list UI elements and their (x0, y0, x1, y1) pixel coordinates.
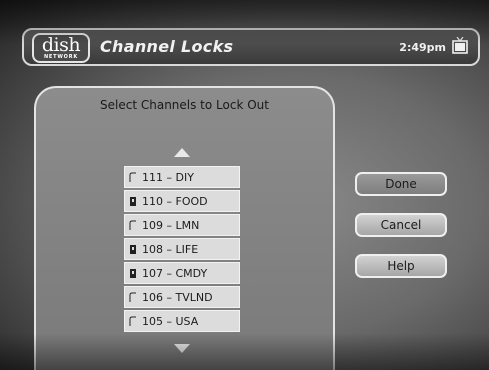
tv-screen: dish NETWORK Channel Locks 2:49pm Select… (0, 0, 489, 370)
channel-row[interactable]: 110 – FOOD (124, 190, 240, 212)
unlocked-icon (129, 220, 137, 231)
tv-icon (452, 36, 468, 54)
page-title: Channel Locks (100, 37, 234, 56)
channel-row[interactable]: 111 – DIY (124, 166, 240, 188)
channel-label: 106 – TVLND (142, 290, 213, 304)
lock-icon (129, 196, 137, 207)
channel-row[interactable]: 108 – LIFE (124, 238, 240, 260)
channel-label: 111 – DIY (142, 170, 194, 184)
channel-list: 111 – DIY 110 – FOOD 109 – LMN 108 – LIF… (124, 166, 240, 334)
unlocked-icon (129, 316, 137, 327)
channel-row[interactable]: 106 – TVLND (124, 286, 240, 308)
lock-icon (129, 268, 137, 279)
channel-row[interactable]: 107 – CMDY (124, 262, 240, 284)
channel-lock-panel: Select Channels to Lock Out 111 – DIY 11… (34, 86, 335, 370)
channel-label: 109 – LMN (142, 218, 200, 232)
unlocked-icon (129, 172, 137, 183)
help-button[interactable]: Help (355, 254, 447, 278)
channel-label: 108 – LIFE (142, 242, 199, 256)
panel-heading: Select Channels to Lock Out (100, 98, 269, 112)
clock-time: 2:49pm (399, 41, 446, 54)
channel-row[interactable]: 105 – USA (124, 310, 240, 332)
channel-label: 105 – USA (142, 314, 199, 328)
unlocked-icon (129, 292, 137, 303)
scroll-down-arrow-icon[interactable] (174, 344, 190, 353)
scroll-up-arrow-icon[interactable] (174, 148, 190, 157)
done-button[interactable]: Done (355, 172, 447, 196)
dish-network-logo: dish NETWORK (32, 33, 90, 63)
channel-row[interactable]: 109 – LMN (124, 214, 240, 236)
channel-label: 110 – FOOD (142, 194, 208, 208)
header-bar: dish NETWORK Channel Locks 2:49pm (22, 28, 480, 66)
channel-label: 107 – CMDY (142, 266, 208, 280)
logo-text: dish (41, 34, 81, 56)
cancel-button[interactable]: Cancel (355, 213, 447, 237)
lock-icon (129, 244, 137, 255)
